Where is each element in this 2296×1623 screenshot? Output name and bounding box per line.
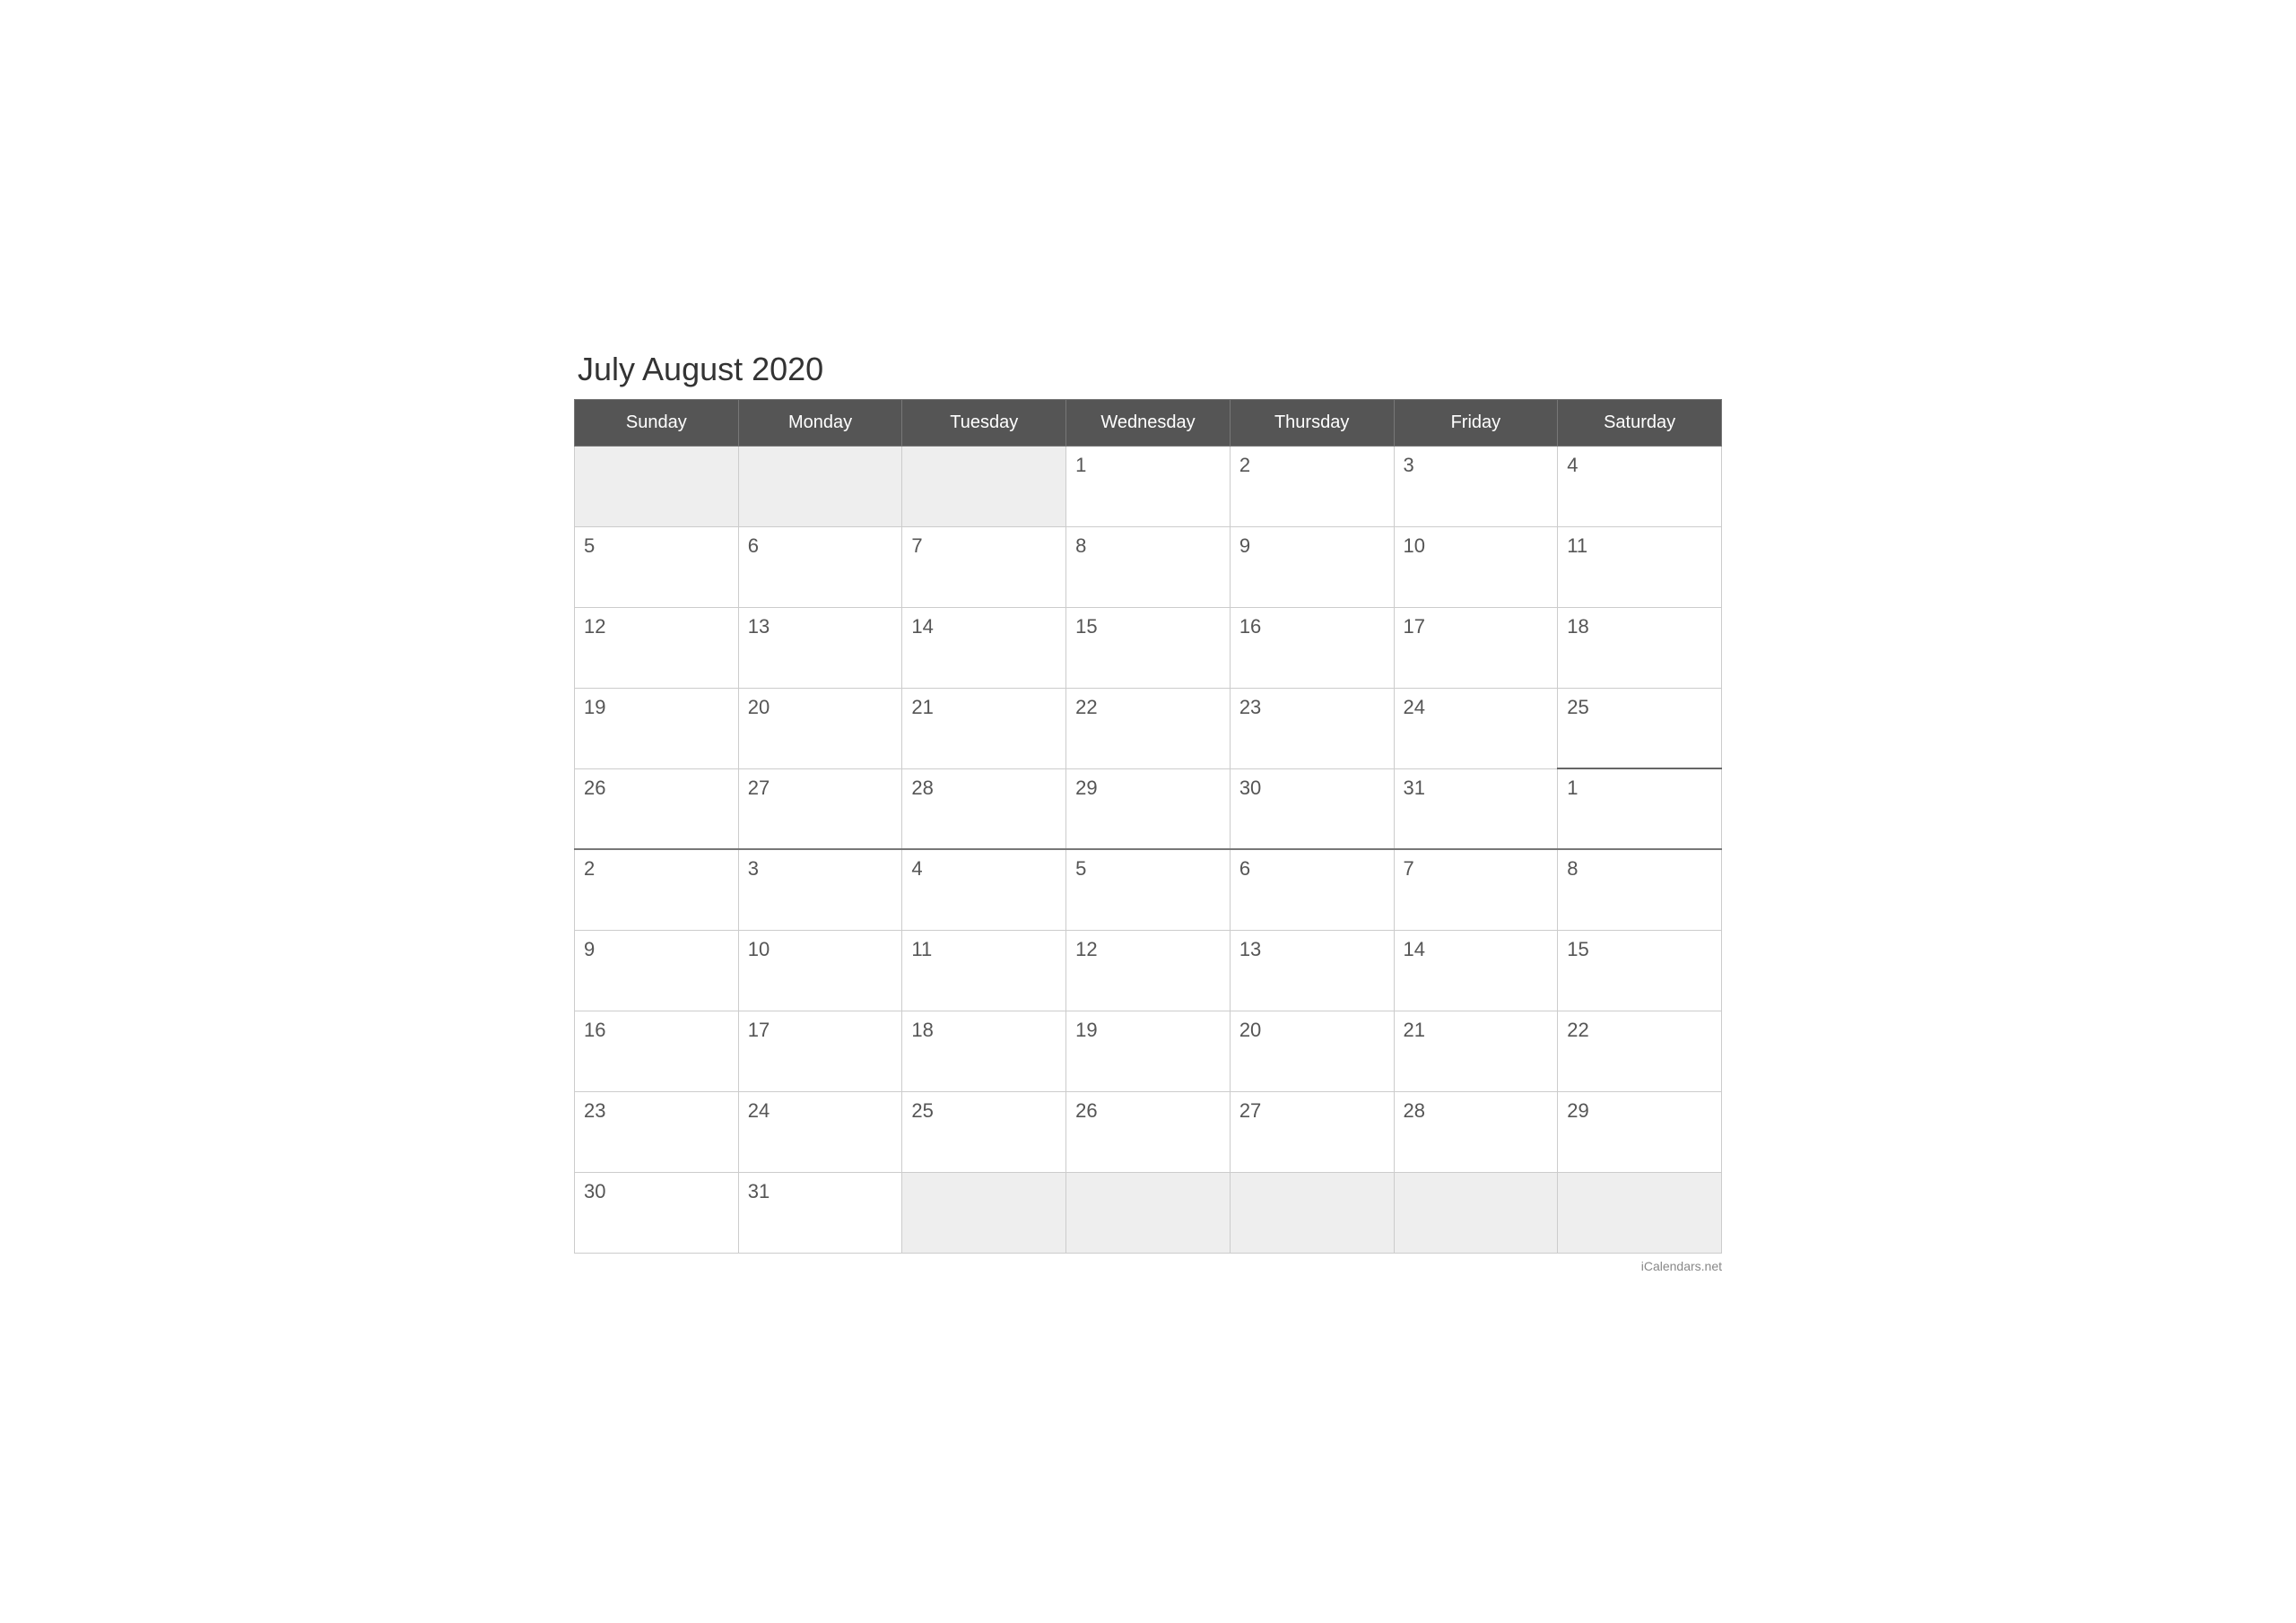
calendar-cell[interactable]: 1 [1066,446,1231,526]
calendar-cell[interactable]: 21 [902,688,1066,768]
calendar-cell[interactable]: 10 [738,930,902,1011]
calendar-cell[interactable]: 4 [1558,446,1722,526]
calendar-cell[interactable]: 31 [1394,768,1558,849]
header-cell-tuesday: Tuesday [902,399,1066,446]
calendar-cell[interactable]: 3 [738,849,902,930]
calendar-cell[interactable]: 29 [1558,1091,1722,1172]
calendar-cell[interactable]: 8 [1558,849,1722,930]
calendar-cell[interactable]: 20 [1230,1011,1394,1091]
calendar-cell[interactable]: 5 [575,526,739,607]
calendar-cell[interactable]: 25 [902,1091,1066,1172]
calendar-cell[interactable]: 19 [1066,1011,1231,1091]
calendar-cell[interactable]: 13 [738,607,902,688]
calendar-cell[interactable]: 7 [902,526,1066,607]
calendar-week-0: 1234 [575,446,1722,526]
calendar-cell[interactable]: 18 [902,1011,1066,1091]
calendar-cell[interactable]: 28 [1394,1091,1558,1172]
calendar-week-7: 16171819202122 [575,1011,1722,1091]
calendar-week-9: 3031 [575,1172,1722,1253]
calendar-week-8: 23242526272829 [575,1091,1722,1172]
calendar-cell[interactable]: 6 [1230,849,1394,930]
calendar-week-6: 9101112131415 [575,930,1722,1011]
calendar-cell[interactable]: 8 [1066,526,1231,607]
calendar-cell[interactable]: 13 [1230,930,1394,1011]
calendar-cell[interactable]: 14 [1394,930,1558,1011]
calendar-cell[interactable]: 12 [1066,930,1231,1011]
calendar-cell[interactable]: 21 [1394,1011,1558,1091]
calendar-container: July August 2020 SundayMondayTuesdayWedn… [574,351,1722,1273]
calendar-cell[interactable]: 30 [575,1172,739,1253]
calendar-cell[interactable]: 20 [738,688,902,768]
calendar-week-2: 12131415161718 [575,607,1722,688]
calendar-cell[interactable]: 24 [738,1091,902,1172]
calendar-week-3: 19202122232425 [575,688,1722,768]
calendar-cell[interactable]: 6 [738,526,902,607]
calendar-cell[interactable]: 25 [1558,688,1722,768]
calendar-cell[interactable]: 28 [902,768,1066,849]
calendar-cell[interactable]: 7 [1394,849,1558,930]
calendar-cell[interactable]: 4 [902,849,1066,930]
calendar-cell[interactable]: 2 [1230,446,1394,526]
calendar-cell[interactable]: 22 [1066,688,1231,768]
calendar-cell[interactable] [1558,1172,1722,1253]
calendar-cell[interactable]: 10 [1394,526,1558,607]
calendar-cell[interactable]: 12 [575,607,739,688]
header-cell-thursday: Thursday [1230,399,1394,446]
calendar-cell[interactable] [902,1172,1066,1253]
calendar-cell[interactable]: 17 [1394,607,1558,688]
calendar-cell[interactable]: 27 [738,768,902,849]
calendar-cell[interactable]: 27 [1230,1091,1394,1172]
calendar-cell[interactable]: 26 [1066,1091,1231,1172]
calendar-cell[interactable] [575,446,739,526]
calendar-cell[interactable] [1066,1172,1231,1253]
calendar-cell[interactable]: 31 [738,1172,902,1253]
calendar-cell[interactable]: 3 [1394,446,1558,526]
calendar-cell[interactable]: 17 [738,1011,902,1091]
header-cell-monday: Monday [738,399,902,446]
calendar-cell[interactable]: 15 [1066,607,1231,688]
header-row: SundayMondayTuesdayWednesdayThursdayFrid… [575,399,1722,446]
calendar-week-5: 2345678 [575,849,1722,930]
header-cell-friday: Friday [1394,399,1558,446]
header-cell-saturday: Saturday [1558,399,1722,446]
calendar-cell[interactable] [1230,1172,1394,1253]
calendar-cell[interactable]: 22 [1558,1011,1722,1091]
calendar-cell[interactable]: 19 [575,688,739,768]
header-cell-wednesday: Wednesday [1066,399,1231,446]
calendar-week-1: 567891011 [575,526,1722,607]
calendar-cell[interactable]: 9 [575,930,739,1011]
calendar-cell[interactable]: 23 [575,1091,739,1172]
calendar-cell[interactable]: 29 [1066,768,1231,849]
calendar-cell[interactable]: 9 [1230,526,1394,607]
calendar-table: SundayMondayTuesdayWednesdayThursdayFrid… [574,399,1722,1254]
calendar-cell[interactable]: 24 [1394,688,1558,768]
calendar-title: July August 2020 [574,351,1722,388]
calendar-cell[interactable]: 23 [1230,688,1394,768]
footer-text: iCalendars.net [574,1259,1722,1273]
calendar-cell[interactable]: 16 [575,1011,739,1091]
calendar-cell[interactable]: 11 [1558,526,1722,607]
calendar-cell[interactable]: 2 [575,849,739,930]
calendar-cell[interactable] [738,446,902,526]
calendar-cell[interactable]: 1 [1558,768,1722,849]
calendar-cell[interactable]: 11 [902,930,1066,1011]
calendar-cell[interactable]: 16 [1230,607,1394,688]
header-cell-sunday: Sunday [575,399,739,446]
calendar-cell[interactable]: 26 [575,768,739,849]
calendar-week-4: 2627282930311 [575,768,1722,849]
calendar-cell[interactable]: 14 [902,607,1066,688]
calendar-cell[interactable]: 15 [1558,930,1722,1011]
calendar-cell[interactable]: 5 [1066,849,1231,930]
calendar-cell[interactable]: 30 [1230,768,1394,849]
calendar-cell[interactable] [902,446,1066,526]
calendar-cell[interactable]: 18 [1558,607,1722,688]
calendar-cell[interactable] [1394,1172,1558,1253]
